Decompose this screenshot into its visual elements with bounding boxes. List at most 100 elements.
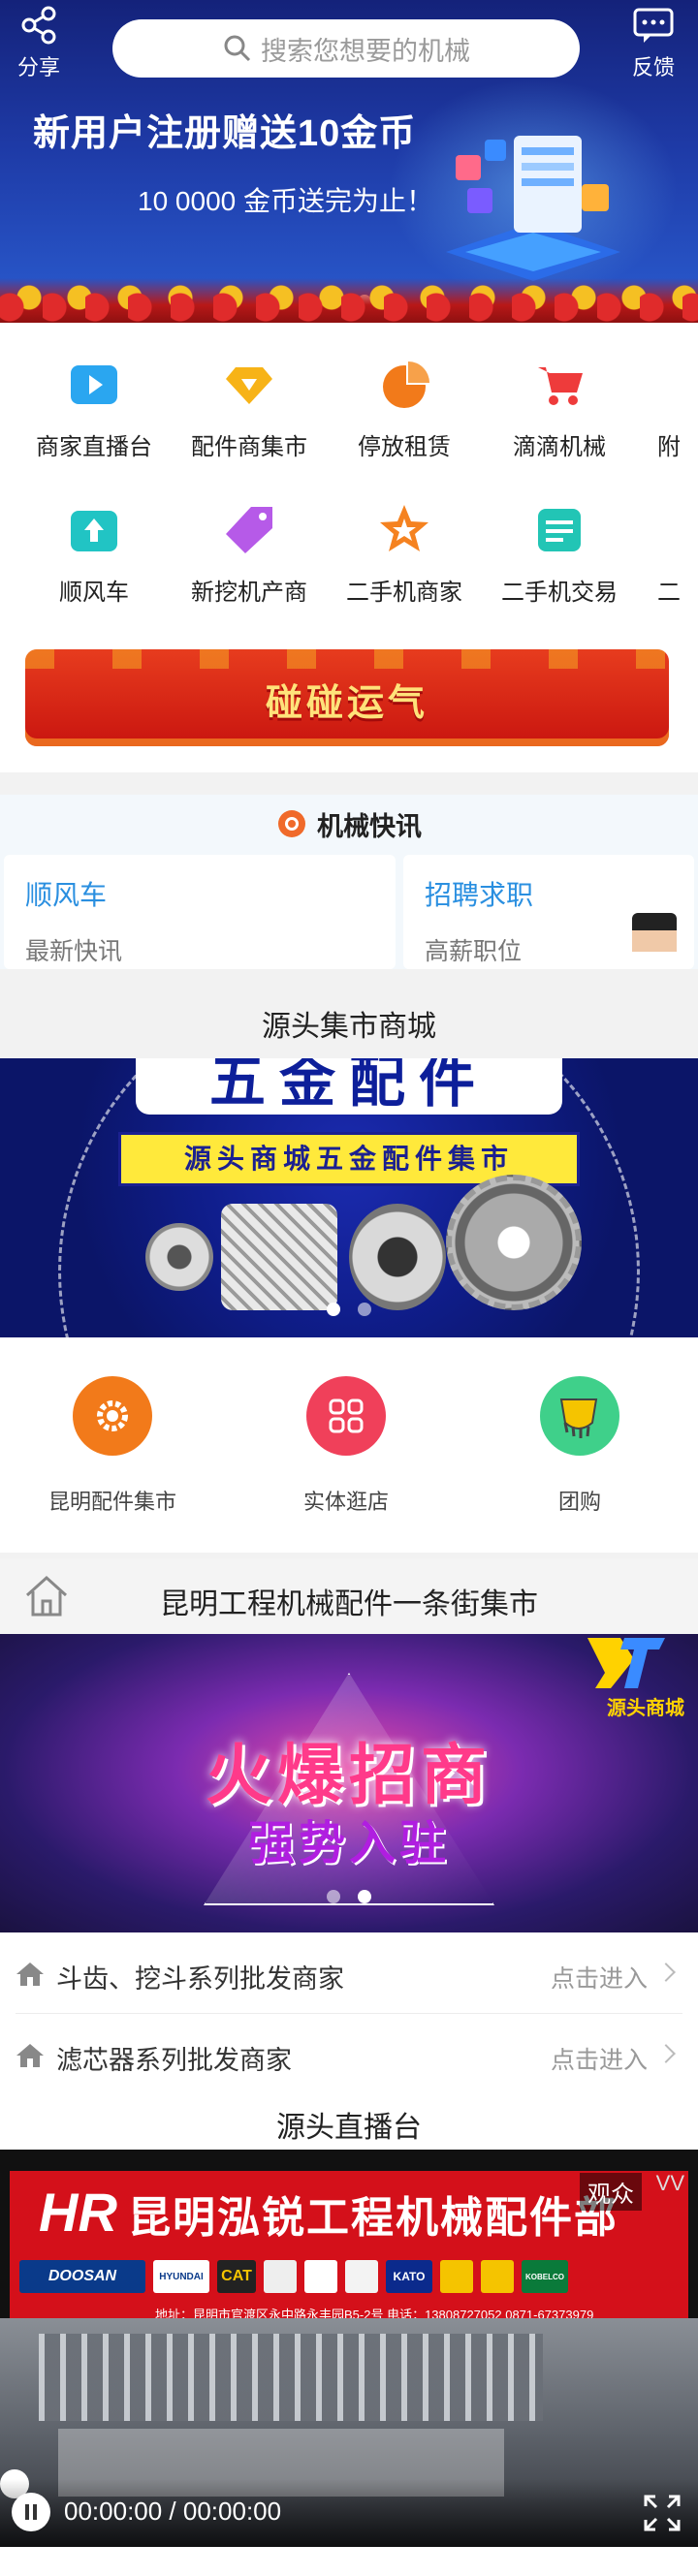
diamond-icon [226,367,272,404]
category-parking-rental[interactable]: 停放租赁 [327,358,482,461]
list-item[interactable]: 斗齿、挖斗系列批发商家 点击进入 [0,1932,698,2014]
category-label: 滴滴机械 [513,434,606,460]
shortcut-group-buy[interactable]: 团购 [483,1376,677,1516]
category-label: 二 [657,580,681,606]
brand-logo-blank [264,2260,297,2293]
pagination-dot-active[interactable] [358,1890,371,1903]
share-label: 分享 [16,55,60,79]
brand-logo-blank [345,2260,378,2293]
street-market-header: 昆明工程机械配件一条街集市 [0,1558,698,1634]
banner-pagination [0,1890,698,1903]
category-nearby[interactable]: 附 [637,358,695,461]
category-new-excavator[interactable]: 新挖机产商 [172,503,327,607]
part-image [349,1204,446,1310]
video-time: 00:00:00 / 00:00:00 [64,2497,282,2526]
banner-heading: 五金配件 [136,1058,562,1115]
category-more[interactable]: 二 [637,503,695,607]
category-more-icon-placeholder [639,503,693,557]
category-used-trading[interactable]: 二手机交易 [482,503,637,607]
fullscreen-icon[interactable] [644,2495,681,2531]
avatar [632,913,677,967]
pie-chart-icon [383,361,429,408]
live-title: 源头直播台 [276,2112,422,2144]
recruitment-banner[interactable]: 火爆招商 强势入驻 源头商城 [0,1634,698,1932]
search-placeholder: 搜索您想要的机械 [261,36,470,66]
pagination-dot[interactable] [358,1303,371,1316]
brand-logo-blank [304,2260,337,2293]
category-label: 二手机商家 [346,580,462,606]
list-item-label: 滤芯器系列批发商家 [56,2046,292,2075]
pause-button[interactable] [12,2493,50,2531]
enter-link[interactable]: 点击进入 [551,2041,648,2076]
mall-header: 源头集市商城 [0,985,698,1058]
list-item[interactable]: 滤芯器系列批发商家 点击进入 [0,2014,698,2095]
pagination-dot[interactable] [327,1890,340,1903]
pagination-dot[interactable] [327,295,340,308]
gear-icon [73,1376,152,1456]
list-item-label: 斗齿、挖斗系列批发商家 [56,1964,344,1994]
part-image [221,1204,337,1310]
top-bar: 分享 搜索您想要的机械 反馈 [0,0,698,89]
part-image [145,1223,213,1291]
category-grid: 商家直播台 配件商集市 停放租赁 滴滴机械 附 顺风车 新挖机产商 二手机商家 … [0,323,698,772]
play-video-icon [71,365,117,404]
brand-logos: DOOSAN HYUNDAI CAT KATO KOBELCO [19,2260,679,2299]
street-market-title: 昆明工程机械配件一条街集市 [160,1588,538,1620]
news-title: 机械快讯 [317,811,422,841]
category-parts-market[interactable]: 配件商集市 [172,358,327,461]
category-didi-machinery[interactable]: 滴滴机械 [482,358,637,461]
isometric-app-illustration [446,136,620,281]
category-used-dealers[interactable]: 二手机商家 [327,503,482,607]
feedback-button[interactable]: 反馈 [615,4,692,81]
news-card-carpool[interactable]: 顺风车 最新快讯 [4,855,396,969]
category-label: 新挖机产商 [191,580,307,606]
chevron-right-icon [656,2044,676,2063]
promo-banner[interactable]: 分享 搜索您想要的机械 反馈 新用户注册赠送10金币 10 0000 金币送完为… [0,0,698,323]
category-live-stream[interactable]: 商家直播台 [16,358,172,461]
category-label: 顺风车 [59,580,129,606]
news-card-jobs[interactable]: 招聘求职 高薪职位 [403,855,694,969]
feedback-icon [633,8,674,43]
grid-icon [306,1376,386,1456]
brand-logo: DOOSAN [19,2260,145,2293]
mall-title: 源头集市商城 [262,1011,436,1043]
storefront-gate [39,2334,543,2421]
news-card-title: 招聘求职 [425,880,534,910]
part-image [446,1175,582,1310]
brand-logo: HYUNDAI [153,2260,209,2293]
shortcut-store-visit[interactable]: 实体逛店 [249,1376,443,1516]
pagination-dot-active[interactable] [358,295,371,308]
category-label: 附 [657,434,681,460]
promo-logo-text: 源头商城 [607,1698,684,1719]
live-header: 源头直播台 [0,2095,698,2150]
brand-logo: KOBELCO [522,2260,568,2293]
category-carpool[interactable]: 顺风车 [16,503,172,607]
pagination-dot-active[interactable] [327,1303,340,1316]
news-card-title: 顺风车 [25,880,108,910]
search-icon [224,35,251,62]
news-header: 机械快讯 [0,795,698,853]
video-controls: 00:00:00 / 00:00:00 [0,2479,698,2547]
share-button[interactable]: 分享 [0,4,78,81]
enter-link[interactable]: 点击进入 [551,1960,648,1995]
live-video-player[interactable]: HR 昆明泓锐工程机械配件部 DOOSAN HYUNDAI CAT KATO K… [0,2150,698,2547]
share-icon [21,6,56,45]
tag-icon [226,507,272,553]
shortcut-parts-market[interactable]: 昆明配件集市 [16,1376,209,1516]
promo-title: 火爆招商 [205,1739,492,1812]
search-input[interactable]: 搜索您想要的机械 [112,19,580,78]
page-bottom [0,2547,698,2576]
document-icon [538,509,581,551]
banner-subtitle: 10 0000 金币送完为止！ [138,186,433,216]
shortcut-label: 团购 [557,1490,601,1514]
mall-banner[interactable]: 五金配件 源头商城五金配件集市 [0,1058,698,1337]
news-card-subtitle: 最新快讯 [25,938,123,965]
try-luck-banner[interactable]: 碰碰运气 [25,649,669,746]
category-nearby-icon-placeholder [639,358,693,412]
brand-logo: KATO [386,2260,432,2293]
news-card-subtitle: 高薪职位 [425,938,523,965]
wholesale-list: 斗齿、挖斗系列批发商家 点击进入 滤芯器系列批发商家 点击进入 [0,1932,698,2095]
cart-icon [538,367,583,405]
house-icon [16,2044,44,2067]
brand-logo-blank [440,2260,473,2293]
